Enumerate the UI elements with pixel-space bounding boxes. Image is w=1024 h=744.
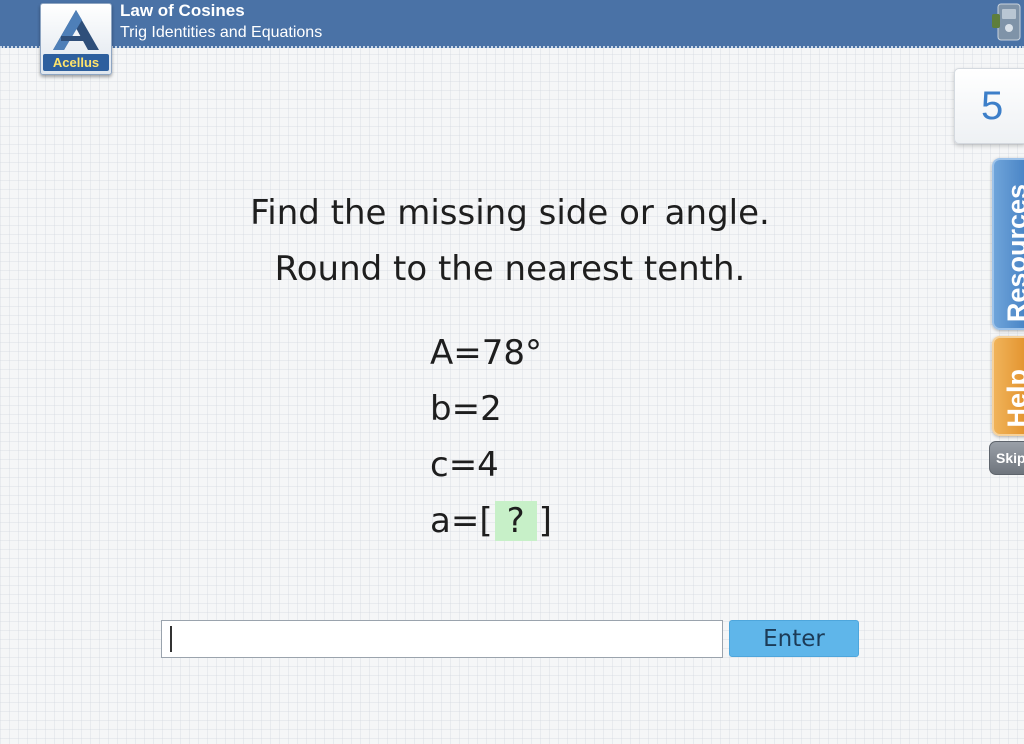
acellus-a-mark-icon	[53, 10, 99, 50]
given-angle-a: A=78°	[430, 333, 543, 373]
resources-tab-label: Resources	[1002, 183, 1024, 322]
help-tab[interactable]: Help	[992, 336, 1024, 436]
answer-input[interactable]	[161, 620, 723, 658]
unknown-prefix: a=[	[430, 501, 493, 541]
tools-icon[interactable]	[992, 0, 1024, 44]
unknown-placeholder: ?	[494, 501, 537, 541]
skip-button[interactable]: Skip	[989, 441, 1024, 475]
logo-text: Acellus	[43, 54, 109, 71]
help-tab-label: Help	[1002, 369, 1024, 428]
app-header: Law of Cosines Trig Identities and Equat…	[0, 0, 1024, 48]
course-subtitle: Trig Identities and Equations	[120, 24, 323, 41]
unknown-suffix: ]	[538, 501, 552, 541]
resources-tab[interactable]: Resources	[992, 158, 1024, 330]
lesson-title: Law of Cosines	[120, 1, 245, 20]
question-number-badge: 5	[954, 68, 1024, 144]
given-side-c: c=4	[430, 445, 499, 485]
given-side-b: b=2	[430, 389, 502, 429]
acellus-logo-icon[interactable]: Acellus	[40, 3, 112, 75]
instruction-line-2: Round to the nearest tenth.	[274, 249, 746, 289]
unknown-side-a: a=[?]	[430, 501, 552, 541]
text-caret	[170, 626, 172, 652]
instruction-line-1: Find the missing side or angle.	[250, 193, 770, 233]
enter-button[interactable]: Enter	[729, 620, 859, 657]
